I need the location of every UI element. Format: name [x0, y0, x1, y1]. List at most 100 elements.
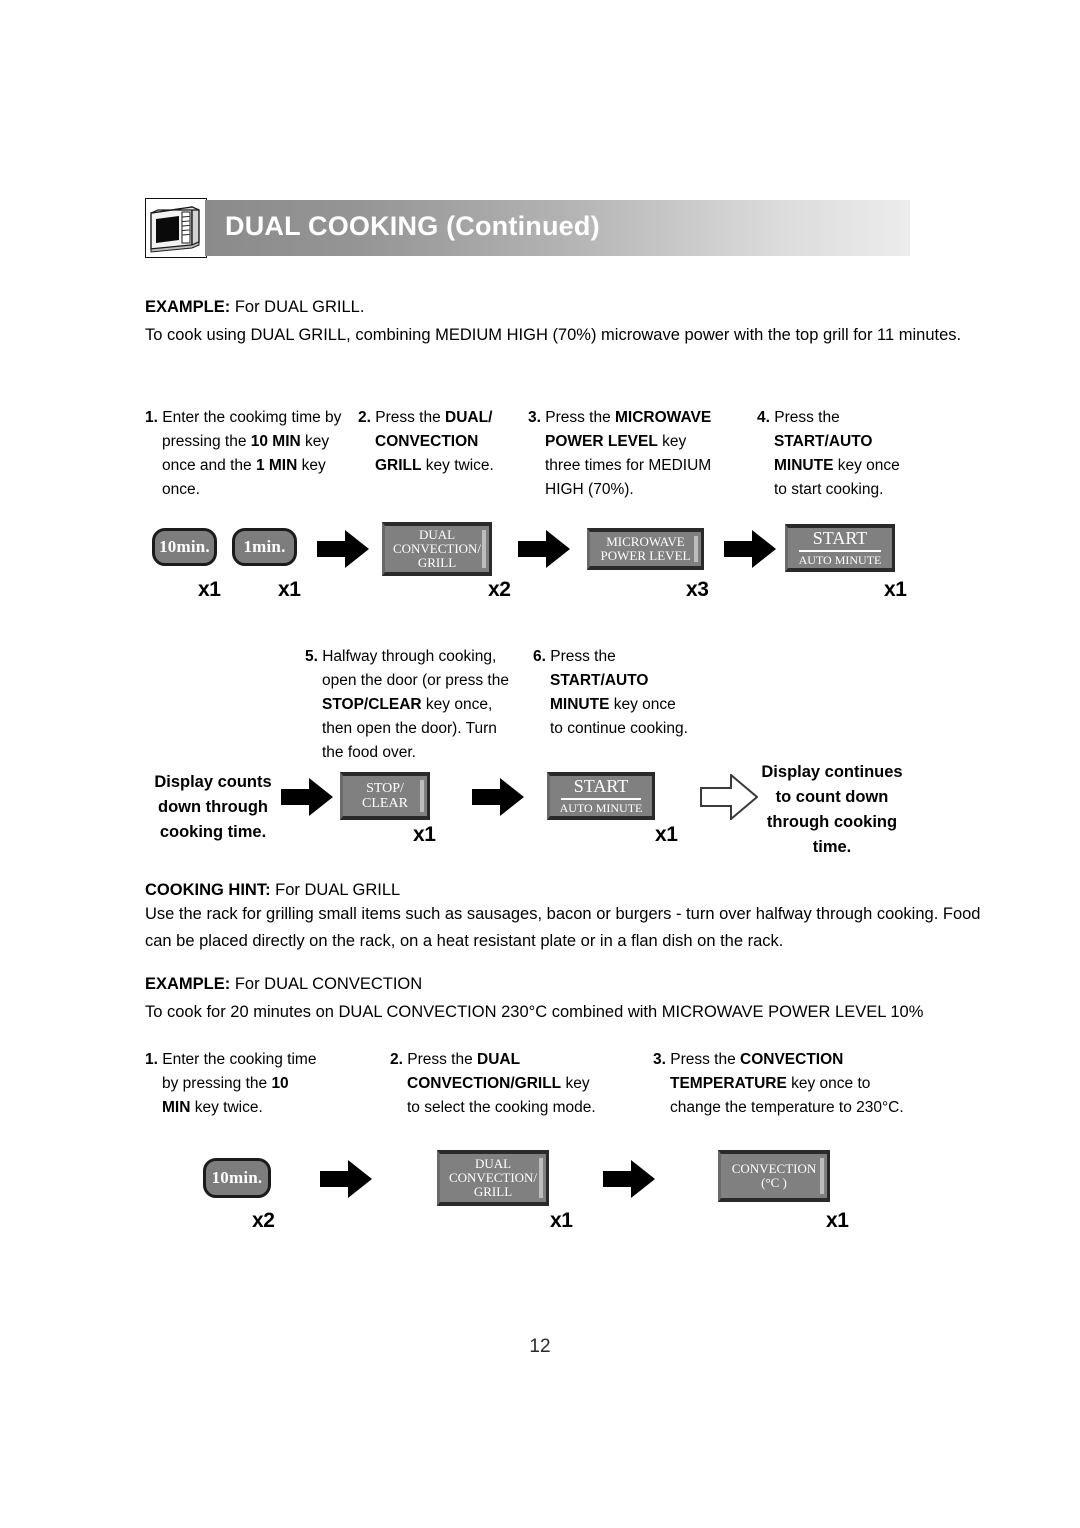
cooking-hint-line2: can be placed directly on the rack, on a… [145, 932, 784, 950]
step-text: the food over. [322, 744, 416, 761]
key-label-line: MICROWAVE [606, 533, 685, 549]
key-label-line: AUTO MINUTE [798, 553, 882, 568]
page-number: 12 [529, 1336, 551, 1357]
key-dual-convection-grill[interactable]: DUAL CONVECTION/ GRILL [437, 1150, 549, 1206]
step-key-name: START/AUTO [550, 672, 649, 689]
key-start-auto-minute[interactable]: START AUTO MINUTE [785, 524, 895, 572]
step-key-name: GRILL [375, 457, 422, 474]
step-text: Press the [550, 648, 616, 665]
step-line: GRILL key twice. [358, 454, 518, 478]
page-header: DUAL COOKING (Continued) [145, 198, 910, 258]
caption-line: time. [812, 838, 852, 856]
step-line: to select the cooking mode. [390, 1096, 640, 1120]
step-line: MINUTE key once [757, 454, 922, 478]
caption-line: Display continues [761, 763, 903, 781]
key-10min[interactable]: 10min. [152, 528, 217, 566]
step-text: once. [162, 481, 200, 498]
step-line: change the temperature to 230°C. [653, 1096, 923, 1120]
step-text: key twice. [421, 457, 494, 474]
key-start-auto-minute[interactable]: START AUTO MINUTE [547, 772, 655, 820]
step-text: key [300, 433, 330, 450]
cooking-hint-line1: Use the rack for grilling small items su… [145, 905, 981, 923]
caption-line: Display counts [154, 773, 272, 791]
manual-page: DUAL COOKING (Continued) EXAMPLE: For DU… [0, 0, 1080, 1528]
key-count-convection-temperature: x1 [826, 1209, 849, 1232]
step-text: key [297, 457, 326, 474]
key-10min[interactable]: 10min. [203, 1158, 271, 1198]
step-key-name: 1 MIN [255, 457, 298, 474]
step-line: then open the door). Turn [305, 717, 530, 741]
key-1min[interactable]: 1min. [232, 528, 297, 566]
step-3-2: 2. Press the DUAL CONVECTION/GRILL key to … [390, 1048, 640, 1120]
step-text: Enter the cookimg time by [162, 409, 342, 426]
step-2-6: 6. Press the START/AUTO MINUTE key once to … [533, 645, 708, 741]
step-key-name: MINUTE [774, 457, 834, 474]
step-key-name: STOP/CLEAR [322, 696, 422, 713]
step-line: MINUTE key once [533, 693, 708, 717]
display-continues-caption: Display continues to count down through … [752, 760, 912, 860]
step-number: 2. [358, 409, 376, 426]
step-text: key [657, 433, 687, 450]
flow-arrow-icon [317, 530, 369, 568]
step-line: 3. Press the CONVECTION [653, 1048, 923, 1072]
key-label-line: START [812, 527, 868, 548]
key-label-line: GRILL [473, 1184, 513, 1200]
step-line: 3. Press the MICROWAVE [528, 406, 750, 430]
example2-label-line: EXAMPLE: For DUAL CONVECTION [145, 971, 422, 998]
step-text: by pressing the [162, 1075, 272, 1092]
step-line: by pressing the 10 [145, 1072, 360, 1096]
step-line: 5. Halfway through cooking, [305, 645, 530, 669]
step-line: 2. Press the DUAL/ [358, 406, 518, 430]
step-line: the food over. [305, 741, 530, 765]
flow-arrow-icon [281, 778, 333, 816]
example2-subject: For DUAL CONVECTION [230, 975, 423, 993]
key-dual-convection-grill[interactable]: DUAL CONVECTION/ GRILL [382, 522, 492, 576]
step-key-name: 10 [271, 1075, 289, 1092]
cooking-hint-label: COOKING HINT: [145, 881, 271, 899]
step-line: 1. Enter the cookimg time by [145, 406, 350, 430]
step-text: key once [609, 696, 676, 713]
example1-label: EXAMPLE: [145, 298, 231, 316]
step-line: 2. Press the DUAL [390, 1048, 640, 1072]
step-line: 6. Press the [533, 645, 708, 669]
key-label-line: STOP/ [366, 780, 404, 796]
step-number: 4. [757, 409, 775, 426]
cooking-hint-subject: For DUAL GRILL [270, 881, 401, 899]
key-stop-clear[interactable]: STOP/ CLEAR [340, 772, 430, 820]
step-text: Press the [375, 409, 446, 426]
key-count-microwave-power-level: x3 [686, 578, 709, 601]
step-text: to select the cooking mode. [407, 1099, 596, 1116]
key-count-10min: x2 [252, 1209, 275, 1232]
flow-arrow-icon [724, 530, 776, 568]
display-counts-caption: Display counts down through cooking time… [148, 770, 278, 845]
step-key-name: CONVECTION [375, 433, 479, 450]
step-line: STOP/CLEAR key once, [305, 693, 530, 717]
key-count-start-auto-minute: x1 [884, 578, 907, 601]
step-text: key once to [786, 1075, 871, 1092]
step-text: three times for MEDIUM [545, 457, 712, 474]
step-text: change the temperature to 230°C. [670, 1099, 904, 1116]
key-label-line: (°C ) [761, 1175, 787, 1190]
key-label-line: AUTO MINUTE [559, 801, 643, 816]
step-line: to continue cooking. [533, 717, 708, 741]
key-label: 10min. [159, 537, 210, 556]
flow-arrow-icon [603, 1160, 655, 1198]
step-text: to start cooking. [774, 481, 884, 498]
key-microwave-power-level[interactable]: MICROWAVE POWER LEVEL [587, 528, 704, 570]
step-number: 1. [145, 409, 163, 426]
key-label: 1min. [243, 537, 286, 556]
step-line: START/AUTO [533, 669, 708, 693]
step-number: 3. [528, 409, 546, 426]
step-text: HIGH (70%). [545, 481, 634, 498]
step-line: pressing the 10 MIN key [145, 430, 350, 454]
key-convection-temperature[interactable]: CONVECTION (°C ) [718, 1150, 830, 1202]
key-divider [799, 550, 881, 553]
step-2-5: 5. Halfway through cooking, open the door… [305, 645, 530, 765]
step-text: Press the [545, 409, 616, 426]
step-key-name: MIN [162, 1099, 191, 1116]
step-line: open the door (or press the [305, 669, 530, 693]
key-label: 10min. [211, 1168, 263, 1187]
microwave-oven-icon [145, 198, 207, 258]
key-label-line: POWER LEVEL [600, 548, 691, 563]
cooking-hint-label-line: COOKING HINT: For DUAL GRILL [145, 877, 400, 904]
